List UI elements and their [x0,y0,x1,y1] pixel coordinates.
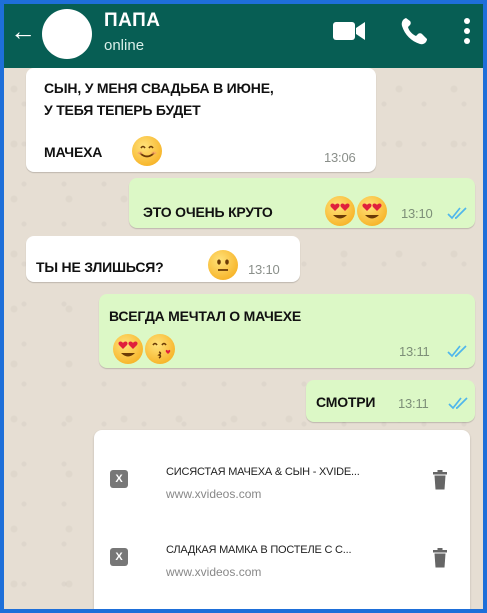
arrow-left-icon[interactable]: ← [10,18,36,44]
trash-icon[interactable] [432,470,448,490]
message-incoming[interactable]: СЫН, У МЕНЯ СВАДЬБА В ИЮНЕ, У ТЕБЯ ТЕПЕР… [26,68,376,172]
message-text: ЭТО ОЧЕНЬ КРУТО [143,204,273,220]
message-outgoing[interactable]: СМОТРИ 13:11 [306,380,475,422]
read-receipt-icon [447,345,467,358]
site-favicon-icon: X [110,470,128,488]
message-time: 13:06 [324,150,356,165]
link-url[interactable]: www.xvideos.com [166,487,261,501]
link-item[interactable]: X СЛАДКАЯ МАМКА В ПОСТЕЛЕ С С... www.xvi… [94,528,470,598]
read-receipt-icon [447,207,467,220]
contact-avatar[interactable] [42,9,92,59]
message-text: СЫН, У МЕНЯ СВАДЬБА В ИЮНЕ, [44,80,274,96]
link-list-card: X СИСЯСТАЯ МАЧЕХА & СЫН - XVIDE... www.x… [94,430,470,609]
message-text: СМОТРИ [316,394,376,410]
message-incoming[interactable]: ТЫ НЕ ЗЛИШЬСЯ? 13:10 [26,236,300,282]
neutral-face-icon [208,250,238,280]
chat-screen: ← ПАПА online СЫН, У МЕНЯ СВАДЬБА В ИЮНЕ… [4,4,483,609]
contact-name[interactable]: ПАПА [104,10,161,32]
trash-icon[interactable] [432,548,448,568]
message-outgoing[interactable]: ЭТО ОЧЕНЬ КРУТО 13:10 [129,178,475,228]
message-text: ВСЕГДА МЕЧТАЛ О МАЧЕХЕ [109,308,302,324]
message-time: 13:11 [399,344,430,359]
more-vertical-icon[interactable] [462,16,472,46]
video-camera-icon[interactable] [332,18,366,44]
message-time: 13:10 [248,262,280,277]
message-time: 13:10 [401,206,433,221]
link-url[interactable]: www.xvideos.com [166,565,261,579]
message-text: МАЧЕХА [44,144,103,160]
link-title[interactable]: СИСЯСТАЯ МАЧЕХА & СЫН - XVIDE... [166,466,360,478]
message-text: У ТЕБЯ ТЕПЕРЬ БУДЕТ [44,102,201,118]
kissing-face-icon [145,334,175,364]
heart-eyes-icon [357,196,387,226]
link-title[interactable]: СЛАДКАЯ МАМКА В ПОСТЕЛЕ С С... [166,544,352,556]
message-outgoing[interactable]: ВСЕГДА МЕЧТАЛ О МАЧЕХЕ 13:11 [99,294,475,368]
message-text: ТЫ НЕ ЗЛИШЬСЯ? [36,259,164,275]
contact-status: online [104,37,145,54]
phone-icon[interactable] [400,16,428,46]
read-receipt-icon [448,397,468,410]
heart-eyes-icon [113,334,143,364]
link-item[interactable]: X СИСЯСТАЯ МАЧЕХА & СЫН - XVIDE... www.x… [94,450,470,520]
heart-eyes-icon [325,196,355,226]
smiling-face-icon [132,136,162,166]
message-time: 13:11 [398,396,429,411]
chat-header: ← ПАПА online [4,4,483,68]
site-favicon-icon: X [110,548,128,566]
